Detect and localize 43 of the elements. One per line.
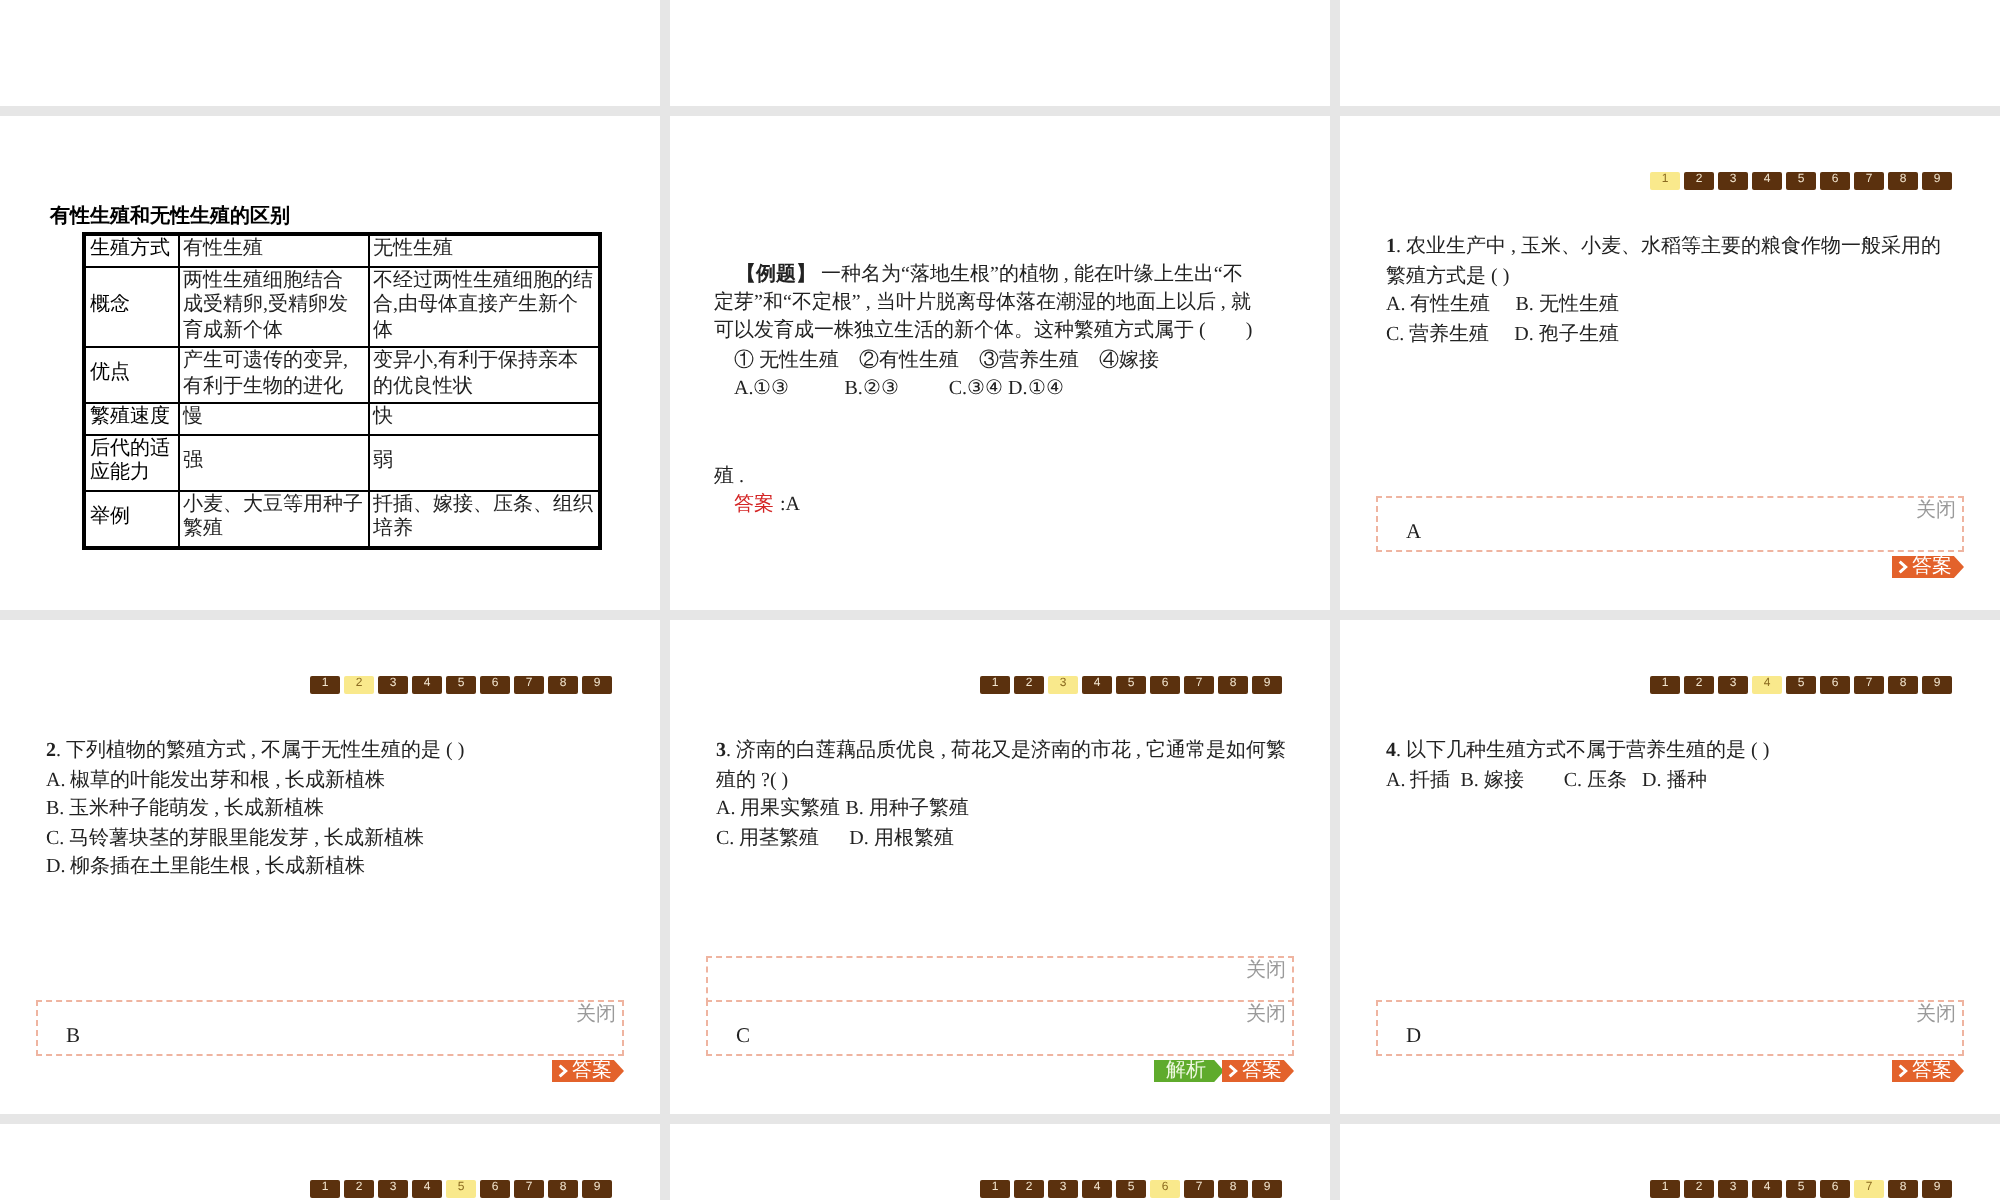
question-text: 2. 下列植物的繁殖方式 , 不属于无性生殖的是 ( ) (46, 738, 465, 766)
chevron-icon (1898, 1064, 1908, 1078)
answer-value: A (1406, 522, 1422, 546)
answer-value: B (66, 1026, 81, 1050)
option-text: A. 扦插 B. 嫁接 C. 压条 D. 播种 (1386, 767, 1707, 795)
text-fragment: 殖 . (714, 464, 744, 492)
option-text: A. 用果实繁殖 B. 用种子繁殖 (716, 796, 969, 824)
option-text: C. 马铃薯块茎的芽眼里能发芽 , 长成新植株 (46, 825, 425, 853)
chevron-icon (1228, 1064, 1238, 1078)
table-cell: 快 (368, 403, 600, 434)
table-cell: 两性生殖细胞结合 成受精卵,受精卵发 育成新个体 (178, 266, 368, 347)
table-cell: 概念 (84, 266, 178, 347)
question-text: 3. 济南的白莲藕品质优良 , 荷花又是济南的市花 , 它通常是如何繁 殖的 ?( ) (716, 738, 1286, 795)
answer-text: 答案 :A (734, 492, 800, 520)
option-text: B. 玉米种子能萌发 , 长成新植株 (46, 796, 325, 824)
option-text: A. 椒草的叶能发出芽和根 , 长成新植株 (46, 767, 386, 795)
table-header-cell: 生殖方式 (84, 234, 178, 266)
answer-value: D (1406, 1026, 1422, 1050)
table-cell: 繁殖速度 (84, 403, 178, 434)
question-text: 【例题】 一种名为“落地生根”的植物 , 能在叶缘上生出“不 定芽”和“不定根” , 当叶片脱离母体落在潮湿的地面上以后 , 就 可以发育成一株独立生活的新个体。这种繁殖方式属于 ( ) (714, 262, 1253, 346)
answer-value: C (736, 1026, 751, 1050)
table-cell: 慢 (178, 403, 368, 434)
table-cell: 不经过两性生殖细胞的结 合,由母体直接产生新个 体 (368, 266, 600, 347)
table-cell: 强 (178, 434, 368, 490)
table-header-cell: 无性生殖 (368, 234, 600, 266)
table-cell: 优点 (84, 347, 178, 403)
question-text: 1. 农业生产中 , 玉米、小麦、水稻等主要的粮食作物一般采用的 繁殖方式是 ( ) (1386, 234, 1941, 291)
table-cell: 变异小,有利于保持亲本 的优良性状 (368, 347, 600, 403)
table-cell: 产生可遗传的变异, 有利于生物的进化 (178, 347, 368, 403)
option-text: D. 柳条插在土里能生根 , 长成新植株 (46, 854, 366, 882)
option-text: C. 营养生殖 D. 孢子生殖 (1386, 321, 1619, 349)
table-title: 有性生殖和无性生殖的区别 (50, 206, 290, 230)
option-text: A.①③ B.②③ C.③④ D.①④ (734, 376, 1064, 404)
table-cell: 小麦、大豆等用种子 繁殖 (178, 490, 368, 547)
option-text: ① 无性生殖 ②有性生殖 ③营养生殖 ④嫁接 (734, 348, 1159, 376)
chevron-icon (558, 1064, 568, 1078)
option-text: C. 用茎繁殖 D. 用根繁殖 (716, 825, 954, 853)
chevron-icon (1898, 560, 1908, 574)
table-header-cell: 有性生殖 (178, 234, 368, 266)
option-text: A. 有性生殖 B. 无性生殖 (1386, 292, 1619, 320)
question-text: 4. 以下几种生殖方式不属于营养生殖的是 ( ) (1386, 738, 1770, 766)
table-cell: 举例 (84, 490, 178, 547)
table-cell: 后代的适 应能力 (84, 434, 178, 490)
